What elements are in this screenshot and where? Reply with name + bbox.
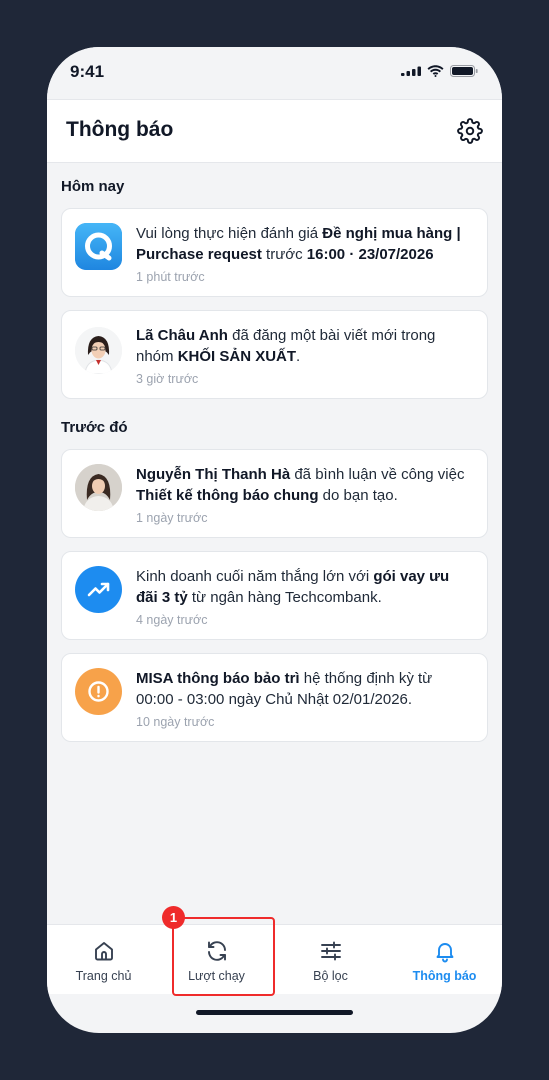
home-icon (95, 942, 113, 961)
section-label-today: Hôm nay (61, 178, 125, 195)
user-avatar (75, 464, 122, 511)
text-segment: từ ngân hàng Techcombank. (187, 589, 382, 606)
trending-up-icon (75, 566, 122, 613)
text-emphasis: Thiết kế thông báo chung (136, 487, 319, 504)
app-logo-icon (75, 223, 122, 270)
gear-icon[interactable] (457, 118, 483, 144)
status-time: 9:41 (70, 62, 105, 81)
notification-card[interactable]: Kinh doanh cuối năm thắng lớn với gói va… (61, 551, 488, 640)
text-emphasis: KHỐI SẢN XUẤT (177, 348, 297, 365)
status-bar: 9:41 (47, 47, 502, 99)
text-emphasis: Nguyễn Thị Thanh Hà (136, 466, 291, 483)
bell-icon (436, 943, 454, 963)
text-segment: . (296, 348, 301, 365)
text-emphasis: 16:00 · 23/07/2026 (306, 246, 434, 263)
text-emphasis: MISA thông báo bảo trì (136, 670, 300, 687)
section-label-earlier: Trước đó (61, 419, 128, 436)
notification-text: Kinh doanh cuối năm thắng lớn với gói va… (136, 566, 473, 608)
app-header: Thông báo (47, 99, 502, 163)
tab-home[interactable]: Trang chủ (47, 925, 160, 995)
text-segment: Vui lòng thực hiện đánh giá (136, 225, 323, 242)
text-segment: trước (261, 246, 307, 263)
notification-card[interactable]: MISA thông báo bảo trì hệ thống định kỳ … (61, 653, 488, 742)
wifi-icon (427, 65, 444, 77)
status-icons (401, 65, 478, 77)
notification-card[interactable]: Lã Châu Anh đã đăng một bài viết mới tro… (61, 310, 488, 399)
tab-label: Thông báo (412, 969, 477, 983)
text-emphasis: Lã Châu Anh (136, 327, 228, 344)
home-indicator (196, 1010, 353, 1015)
sliders-icon (321, 941, 341, 961)
notification-text: Lã Châu Anh đã đăng một bài viết mới tro… (136, 325, 473, 367)
highlight-box (172, 917, 275, 996)
phone-frame: 9:41 Thông báo Hôm nay Vui lòng thực hiệ… (47, 47, 502, 1033)
notification-time: 4 ngày trước (136, 613, 208, 627)
notification-text: MISA thông báo bảo trì hệ thống định kỳ … (136, 668, 473, 710)
text-segment: Kinh doanh cuối năm thắng lớn với (136, 568, 374, 585)
signal-icon (401, 66, 421, 76)
notification-time: 10 ngày trước (136, 715, 215, 729)
highlight-badge: 1 (162, 906, 185, 929)
notification-text: Nguyễn Thị Thanh Hà đã bình luận về công… (136, 464, 473, 506)
notification-card[interactable]: Vui lòng thực hiện đánh giá Đề nghị mua … (61, 208, 488, 297)
tab-label: Trang chủ (75, 969, 132, 983)
tab-label: Bộ lọc (313, 969, 348, 983)
page-title: Thông báo (66, 118, 174, 141)
tab-filter[interactable]: Bộ lọc (274, 925, 387, 995)
user-avatar (75, 327, 122, 374)
notification-time: 1 ngày trước (136, 511, 208, 525)
notification-time: 3 giờ trước (136, 372, 199, 386)
text-segment: đã bình luận về công việc (290, 466, 465, 483)
alert-circle-icon (75, 668, 122, 715)
notification-time: 1 phút trước (136, 270, 205, 284)
text-segment: do bạn tạo. (318, 487, 398, 504)
battery-icon (450, 65, 478, 77)
notification-card[interactable]: Nguyễn Thị Thanh Hà đã bình luận về công… (61, 449, 488, 538)
tab-notifications[interactable]: Thông báo (388, 925, 501, 995)
notification-text: Vui lòng thực hiện đánh giá Đề nghị mua … (136, 223, 473, 265)
